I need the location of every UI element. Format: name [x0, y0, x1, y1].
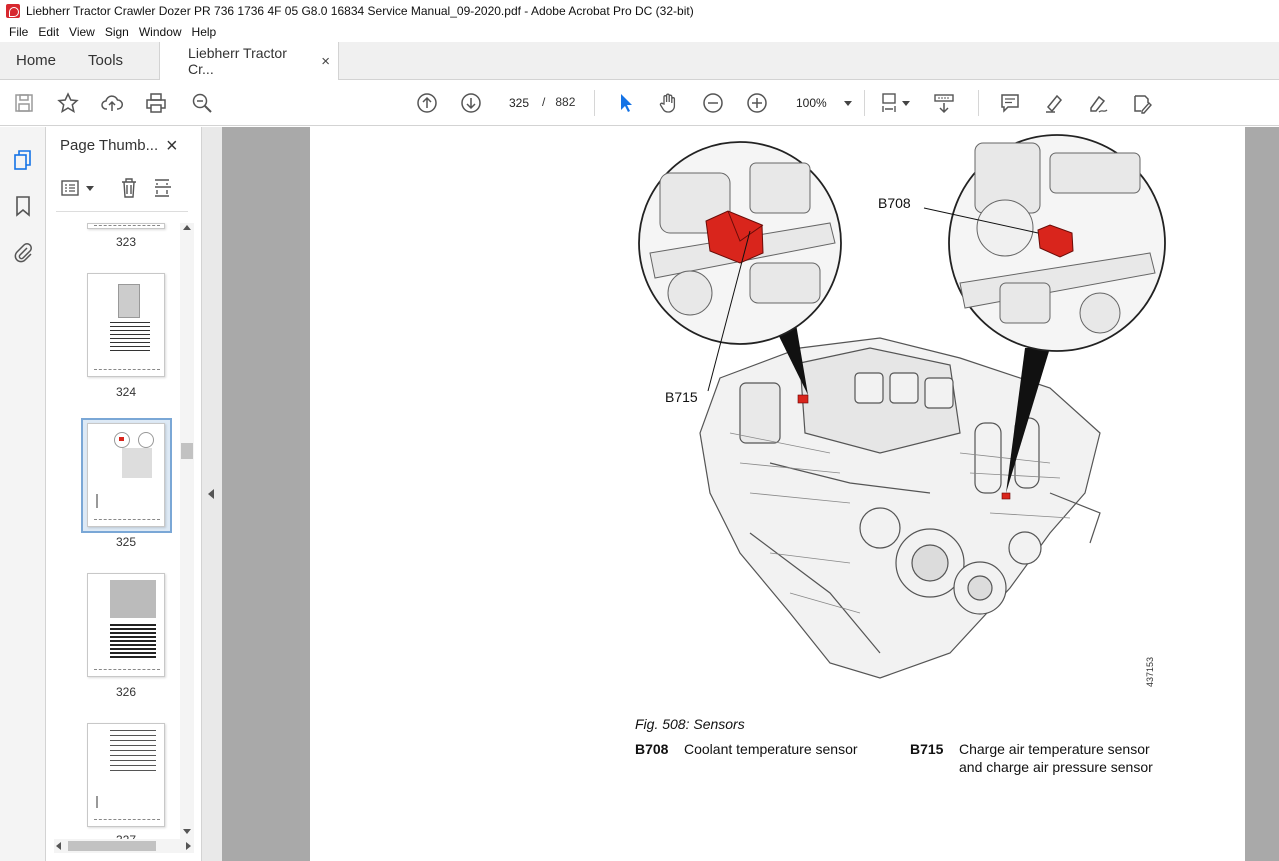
chevron-down-icon: [844, 100, 852, 106]
page-thumbnails-icon[interactable]: [12, 149, 34, 171]
thumbnail-tools: [58, 175, 188, 201]
zoom-search-icon[interactable]: [190, 91, 214, 115]
panel-collapse-strip[interactable]: [202, 127, 222, 861]
save-icon[interactable]: [12, 91, 36, 115]
page-fit-icon[interactable]: [878, 91, 902, 115]
zoom-in-icon[interactable]: [745, 91, 769, 115]
star-icon[interactable]: [56, 91, 80, 115]
delete-trash-icon[interactable]: [118, 177, 140, 199]
scroll-down-icon[interactable]: [183, 829, 191, 834]
page-size-icon[interactable]: [152, 177, 174, 199]
draw-sign-icon[interactable]: [1086, 91, 1110, 115]
scroll-mode-icon[interactable]: [932, 91, 956, 115]
attachment-paperclip-icon[interactable]: [12, 241, 34, 263]
close-tab-icon[interactable]: ×: [321, 53, 330, 70]
toolbar-divider: [594, 90, 595, 116]
highlight-pen-icon[interactable]: [1042, 91, 1066, 115]
panel-divider: [56, 211, 188, 212]
chevron-down-icon[interactable]: [86, 186, 94, 191]
total-pages: 882: [555, 95, 576, 109]
scroll-up-icon[interactable]: [183, 225, 191, 230]
thumbnail-page-326[interactable]: [87, 573, 165, 677]
scroll-thumb[interactable]: [181, 443, 193, 459]
thumbnail-page-327[interactable]: [87, 723, 165, 827]
legend-text-b708: Coolant temperature sensor: [684, 741, 858, 757]
left-nav-rail: [0, 127, 46, 861]
legend-text-b715-line2: and charge air pressure sensor: [959, 759, 1153, 775]
legend-code-b715: B715: [910, 741, 944, 757]
legend-text-b715: Charge air temperature sensor: [959, 741, 1150, 757]
zoom-value: 100%: [796, 96, 827, 110]
tab-bar: Home Tools Liebherr Tractor Cr... ×: [0, 42, 1279, 80]
acrobat-logo-icon: [6, 4, 20, 18]
document-viewport[interactable]: B708 B715 437153 Fig. 508: Sensors B708 …: [222, 127, 1279, 861]
chevron-down-icon[interactable]: [900, 91, 912, 115]
tab-document[interactable]: Liebherr Tractor Cr... ×: [159, 42, 340, 80]
figure-id: 437153: [1145, 656, 1155, 687]
callout-b715: B715: [665, 389, 698, 405]
panel-title: Page Thumb...: [60, 137, 159, 154]
menu-edit[interactable]: Edit: [33, 25, 64, 39]
window-title: Liebherr Tractor Crawler Dozer PR 736 17…: [26, 4, 694, 18]
pdf-page: B708 B715 437153 Fig. 508: Sensors B708 …: [310, 127, 1245, 861]
thumbnails-vertical-scrollbar[interactable]: [180, 223, 194, 839]
menu-sign[interactable]: Sign: [100, 25, 134, 39]
edit-pdf-icon[interactable]: [1130, 91, 1154, 115]
comment-icon[interactable]: [998, 91, 1022, 115]
zoom-out-icon[interactable]: [701, 91, 725, 115]
toolbar: / 882 100%: [0, 80, 1279, 126]
collapse-left-icon[interactable]: [208, 489, 214, 499]
menu-file[interactable]: File: [4, 25, 33, 39]
thumbnails-horizontal-scrollbar[interactable]: [54, 839, 194, 853]
callout-b708: B708: [878, 195, 911, 211]
page-count: / 882: [542, 95, 576, 109]
thumbnail-page-325[interactable]: [87, 423, 165, 527]
tab-home[interactable]: Home: [0, 42, 72, 79]
menu-help[interactable]: Help: [187, 25, 222, 39]
legend-code-b708: B708: [635, 741, 669, 757]
menu-bar: File Edit View Sign Window Help: [0, 22, 1279, 42]
bookmark-icon[interactable]: [12, 195, 34, 217]
scroll-left-icon[interactable]: [56, 842, 61, 850]
scroll-thumb[interactable]: [68, 841, 156, 851]
thumbnail-options-icon[interactable]: [60, 177, 82, 199]
print-icon[interactable]: [144, 91, 168, 115]
toolbar-divider: [978, 90, 979, 116]
menu-view[interactable]: View: [64, 25, 100, 39]
close-panel-icon[interactable]: ×: [166, 135, 178, 158]
zoom-select[interactable]: 100%: [786, 91, 856, 115]
previous-page-icon[interactable]: [415, 91, 439, 115]
thumbnail-page-324[interactable]: [87, 273, 165, 377]
hand-tool-icon[interactable]: [656, 91, 680, 115]
scroll-right-icon[interactable]: [186, 842, 191, 850]
thumbnail-page-323[interactable]: [87, 223, 165, 229]
engine-sensors-illustration: [638, 134, 1166, 679]
page-thumbnails-panel: Page Thumb... × 323 324 325 326 327: [46, 127, 202, 861]
title-bar: Liebherr Tractor Crawler Dozer PR 736 17…: [0, 0, 1279, 22]
figure-caption: Fig. 508: Sensors: [635, 716, 745, 732]
select-pointer-icon[interactable]: [614, 91, 638, 115]
upload-cloud-icon[interactable]: [100, 91, 124, 115]
toolbar-divider: [864, 90, 865, 116]
tab-document-label: Liebherr Tractor Cr...: [188, 45, 287, 77]
tab-tools[interactable]: Tools: [72, 42, 139, 79]
menu-window[interactable]: Window: [134, 25, 187, 39]
page-number-input[interactable]: [500, 91, 538, 115]
next-page-icon[interactable]: [459, 91, 483, 115]
